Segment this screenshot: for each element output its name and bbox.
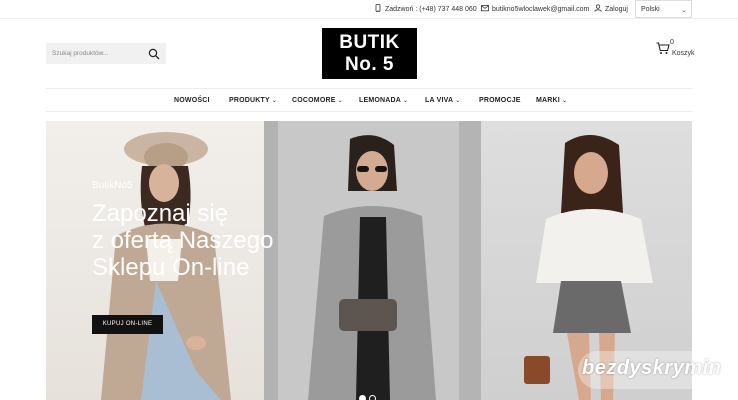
search-box[interactable]: Szukaj produktów... (46, 43, 166, 64)
chevron-down-icon: ⌄ (455, 98, 461, 104)
search-input[interactable]: Szukaj produktów... (52, 50, 108, 57)
slider-dot-1[interactable] (359, 395, 366, 400)
nav-item-label: PROMOCJE (479, 97, 521, 104)
nav-item-label: LEMONADA (359, 97, 402, 104)
phone-label: Zadzwoń : (+48) 737 448 060 (385, 5, 477, 13)
nav-item-promocje[interactable]: PROMOCJE (479, 97, 521, 104)
slider-dots (359, 395, 376, 400)
logo-line-1: BUTIK (339, 32, 400, 53)
mail-icon (481, 4, 489, 14)
nav-item-label: LA VIVA (425, 97, 454, 104)
chevron-down-icon: ⌄ (337, 98, 343, 104)
hero-tag: ButikNo5 (92, 180, 133, 191)
user-icon (594, 4, 602, 14)
hero-title-line: z ofertą Naszego (92, 227, 274, 254)
phone-icon (374, 3, 382, 14)
nav-item-cocomore[interactable]: COCOMORE ⌄ (292, 97, 343, 104)
language-select[interactable]: Polski ⌄ (635, 0, 692, 18)
nav-item-label: NOWOŚCI (174, 97, 210, 104)
search-icon[interactable] (148, 47, 160, 60)
language-selected: Polski (641, 6, 660, 13)
hero-title-line: Zapoznaj się (92, 200, 229, 227)
hero-title: Zapoznaj się z ofertą Naszego Sklepu On-… (92, 200, 312, 281)
email-link[interactable]: butikno5wloclawek@gmail.com (481, 4, 589, 14)
main-nav: NOWOŚCI PRODUKTY ⌄ COCOMORE ⌄ LEMONADA ⌄ LA… (46, 88, 692, 112)
top-bar: Zadzwoń : (+48) 737 448 060 butikno5wloc… (0, 0, 738, 19)
nav-item-la-viva[interactable]: LA VIVA ⌄ (425, 97, 460, 104)
chevron-down-icon: ⌄ (271, 98, 278, 104)
nav-item-produkty[interactable]: PRODUKTY ⌄ (229, 97, 277, 104)
chevron-down-icon: ⌄ (561, 98, 568, 104)
cart-count: 0 (670, 39, 674, 46)
phone-link[interactable]: Zadzwoń : (+48) 737 448 060 (374, 3, 477, 14)
slider-dot-2[interactable] (369, 395, 376, 400)
chevron-down-icon: ⌄ (681, 7, 687, 14)
hero-title-line: Sklepu On-line (92, 254, 250, 281)
watermark: bezdyskrymin (578, 351, 738, 389)
nav-item-label: MARKI (536, 97, 560, 104)
logo-line-2: No. 5 (345, 54, 394, 75)
nav-item-nowosci[interactable]: NOWOŚCI (174, 97, 210, 104)
nav-item-label: COCOMORE (292, 97, 336, 104)
watermark-text: bezdyskrymin (582, 357, 722, 379)
chevron-down-icon: ⌄ (403, 98, 409, 104)
email-label: butikno5wloclawek@gmail.com (492, 5, 590, 13)
cart-label: Koszyk (672, 50, 695, 57)
cart-button[interactable]: 0 Koszyk (655, 39, 695, 63)
shop-online-button[interactable]: KUPUJ ON-LINE (92, 315, 163, 334)
login-label: Zaloguj (605, 5, 628, 13)
site-logo[interactable]: BUTIK No. 5 (322, 28, 417, 79)
login-link[interactable]: Zaloguj (594, 4, 628, 14)
nav-item-lemonada[interactable]: LEMONADA ⌄ (359, 97, 408, 104)
nav-item-label: PRODUKTY (229, 97, 270, 104)
nav-item-marki[interactable]: MARKI ⌄ (536, 97, 567, 104)
